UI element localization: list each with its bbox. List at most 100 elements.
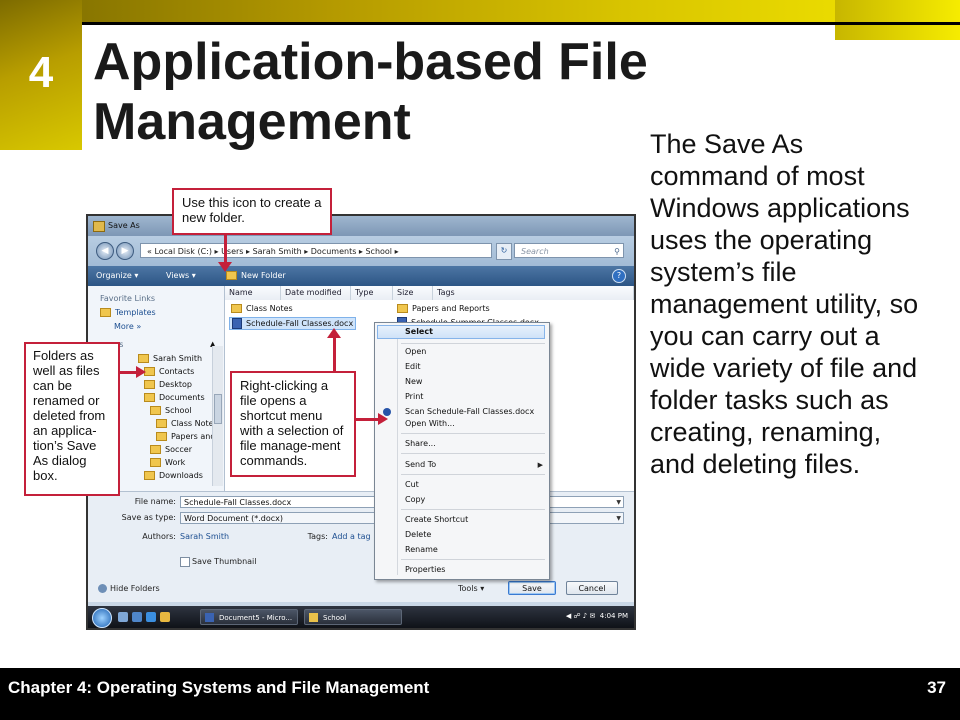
- media-player-icon[interactable]: [160, 612, 170, 622]
- tags-label: Tags:: [307, 532, 328, 541]
- search-placeholder: Search: [521, 247, 549, 256]
- menu-item-open-with[interactable]: Open With...: [405, 419, 455, 428]
- chapter-number: 4: [28, 48, 54, 97]
- organize-button[interactable]: Organize ▾: [96, 271, 138, 280]
- dialog-title: Save As: [108, 221, 140, 230]
- menu-gutter: [397, 325, 398, 575]
- search-input[interactable]: Search ⚲: [514, 243, 624, 258]
- tree-item[interactable]: Contacts: [144, 367, 194, 376]
- save-as-type-label: Save as type:: [121, 513, 176, 522]
- tray-icons[interactable]: ◀ ☍ ♪ ✉: [566, 612, 600, 620]
- slide-footer: Chapter 4: Operating Systems and File Ma…: [0, 668, 960, 720]
- switch-windows-icon[interactable]: [132, 612, 142, 622]
- menu-item-send-to[interactable]: Send To: [405, 460, 436, 469]
- menu-item-copy[interactable]: Copy: [405, 495, 425, 504]
- menu-item-properties[interactable]: Properties: [405, 565, 445, 574]
- column-header-tags[interactable]: Tags: [433, 286, 634, 300]
- callout-new-folder: Use this icon to create a new folder.: [172, 188, 332, 235]
- show-desktop-icon[interactable]: [118, 612, 128, 622]
- menu-item-edit[interactable]: Edit: [405, 362, 421, 371]
- tree-label: Documents: [159, 393, 205, 402]
- taskbar-word-document[interactable]: Document5 - Micro...: [200, 609, 298, 625]
- hide-folders-button[interactable]: Hide Folders: [98, 584, 160, 593]
- add-tag-link[interactable]: Add a tag: [332, 532, 371, 541]
- views-button[interactable]: Views ▾: [166, 271, 196, 280]
- tree-item[interactable]: Class Notes: [156, 419, 218, 428]
- menu-item-create-shortcut[interactable]: Create Shortcut: [405, 515, 468, 524]
- tree-label: School: [165, 406, 192, 415]
- file-row-class-notes[interactable]: Class Notes: [231, 304, 293, 313]
- callout-connector-right-click-menu: [354, 418, 380, 421]
- folder-icon: [397, 304, 408, 313]
- folder-icon: [231, 304, 242, 313]
- authors-label: Authors:: [142, 532, 176, 541]
- authors-value[interactable]: Sarah Smith: [180, 532, 229, 541]
- menu-separator: [401, 433, 545, 434]
- tree-label: Desktop: [159, 380, 192, 389]
- column-header-type[interactable]: Type: [351, 286, 393, 300]
- submenu-arrow-icon: ▶: [537, 461, 543, 469]
- menu-item-open[interactable]: Open: [405, 347, 426, 356]
- menu-item-new[interactable]: New: [405, 377, 422, 386]
- menu-item-select[interactable]: Select: [405, 327, 433, 336]
- back-arrow-icon[interactable]: ◀: [96, 242, 114, 260]
- tree-label: Contacts: [159, 367, 195, 376]
- menu-item-share[interactable]: Share...: [405, 439, 436, 448]
- system-tray: ◀ ☍ ♪ ✉ 4:04 PM: [566, 612, 628, 620]
- favorite-link-label: More »: [114, 322, 142, 331]
- tree-label: Sarah Smith: [153, 354, 203, 363]
- file-name: Class Notes: [246, 304, 293, 313]
- file-name-label: File name:: [134, 497, 176, 506]
- menu-item-delete[interactable]: Delete: [405, 530, 431, 539]
- menu-highlight: [377, 325, 545, 339]
- column-header-size[interactable]: Size: [393, 286, 433, 300]
- tree-item[interactable]: Downloads: [144, 471, 203, 480]
- callout-arrowhead: [327, 328, 341, 338]
- favorite-link-templates[interactable]: Templates: [100, 308, 156, 317]
- dialog-title-bar: Save As: [88, 216, 634, 236]
- tree-item[interactable]: Sarah Smith: [138, 354, 202, 363]
- tree-item[interactable]: Papers and: [156, 432, 215, 441]
- chevron-down-icon: ▼: [616, 499, 621, 506]
- favorite-links-heading: Favorite Links: [100, 294, 156, 303]
- save-thumbnail-checkbox[interactable]: [180, 557, 190, 567]
- tools-button[interactable]: Tools ▾: [458, 584, 484, 593]
- chapter-badge: 4: [0, 0, 82, 150]
- menu-item-rename[interactable]: Rename: [405, 545, 438, 554]
- header-gradient-corner: [835, 0, 960, 40]
- task-label: School: [323, 614, 347, 622]
- tree-item[interactable]: Work: [150, 458, 185, 467]
- tree-item[interactable]: Desktop: [144, 380, 192, 389]
- callout-folders-rename-delete: Folders as well as files can be renamed …: [24, 342, 120, 496]
- dialog-toolbar: Organize ▾ Views ▾ New Folder ?: [88, 266, 634, 286]
- menu-item-scan[interactable]: Scan Schedule-Fall Classes.docx: [405, 407, 534, 416]
- callout-right-click-menu: Right-clicking a file opens a shortcut m…: [230, 371, 356, 477]
- taskbar-school-folder[interactable]: School: [304, 609, 402, 625]
- tree-item[interactable]: Documents: [144, 393, 205, 402]
- tree-item[interactable]: Soccer: [150, 445, 192, 454]
- internet-explorer-icon[interactable]: [146, 612, 156, 622]
- menu-separator: [401, 474, 545, 475]
- menu-item-cut[interactable]: Cut: [405, 480, 419, 489]
- forward-arrow-icon[interactable]: ▶: [116, 242, 134, 260]
- help-icon[interactable]: ?: [612, 269, 626, 283]
- file-name: Schedule-Fall Classes.docx: [246, 319, 354, 328]
- menu-separator: [401, 509, 545, 510]
- tree-label: Downloads: [159, 471, 203, 480]
- address-path[interactable]: « Local Disk (C:) ▸ Users ▸ Sarah Smith …: [140, 243, 492, 258]
- column-header-name[interactable]: Name: [225, 286, 281, 300]
- start-button-icon[interactable]: [92, 608, 112, 628]
- cancel-button[interactable]: Cancel: [566, 581, 618, 595]
- new-folder-button[interactable]: New Folder: [226, 271, 286, 280]
- favorite-link-more[interactable]: More »: [100, 322, 141, 331]
- refresh-icon[interactable]: ↻: [496, 243, 512, 260]
- file-row-papers-reports[interactable]: Papers and Reports: [397, 304, 490, 313]
- menu-item-print[interactable]: Print: [405, 392, 423, 401]
- save-button[interactable]: Save: [508, 581, 556, 595]
- tree-item[interactable]: School: [150, 406, 192, 415]
- tree-label: Class Notes: [171, 419, 218, 428]
- column-header-date[interactable]: Date modified: [281, 286, 351, 300]
- scrollbar-thumb[interactable]: [214, 394, 222, 424]
- tree-scrollbar[interactable]: [212, 346, 223, 486]
- folder-icon: [144, 380, 155, 389]
